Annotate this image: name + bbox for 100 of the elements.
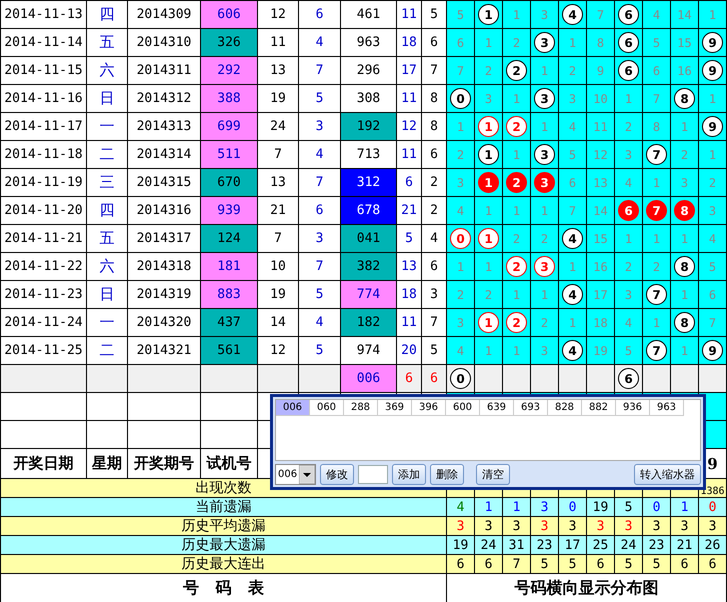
table-cell: 0 — [698, 498, 726, 516]
table-cell: 四 — [86, 0, 128, 28]
number-item[interactable]: 600 — [446, 400, 480, 416]
table-cell: 326 — [200, 28, 258, 56]
table-cell: 12 — [396, 112, 422, 140]
table-cell: 2 — [558, 56, 586, 84]
section-title: 号 码 表 — [0, 574, 446, 602]
number-item[interactable]: 639 — [480, 400, 514, 416]
table-cell: 1 — [698, 0, 726, 28]
number-ball: 1 — [478, 228, 499, 249]
table-cell: 1 — [502, 0, 530, 28]
table-cell: 437 — [200, 308, 258, 336]
table-cell: 21 — [258, 196, 298, 224]
table-cell: 2 — [474, 56, 502, 84]
table-cell: 3 — [558, 516, 586, 536]
table-cell: 16 — [586, 252, 614, 280]
table-cell: 1 — [502, 196, 530, 224]
table-cell: 一 — [86, 112, 128, 140]
table-cell: 699 — [200, 112, 258, 140]
table-cell: 2 — [530, 224, 558, 252]
table-cell: 3 — [446, 516, 474, 536]
number-item[interactable]: 396 — [412, 400, 446, 416]
delete-button[interactable]: 删除 — [430, 464, 464, 485]
table-cell: 2014-11-17 — [0, 112, 86, 140]
edit-button[interactable]: 修改 — [320, 464, 354, 485]
table-cell: 2014-11-19 — [0, 168, 86, 196]
table-cell: 1 — [502, 140, 530, 168]
number-ball: 3 — [534, 144, 555, 165]
table-cell — [530, 364, 558, 392]
table-cell: 4 — [642, 0, 670, 28]
number-ball: 4 — [562, 284, 583, 305]
table-cell: 12 — [258, 0, 298, 28]
table-cell: 774 — [340, 280, 396, 308]
table-cell: 2 — [502, 28, 530, 56]
table-cell: 23 — [642, 536, 670, 554]
table-cell: 24 — [474, 536, 502, 554]
table-cell: 2014309 — [128, 0, 200, 28]
number-ball: 6 — [618, 368, 639, 389]
table-cell: 1 — [558, 252, 586, 280]
table-cell: 1 — [530, 196, 558, 224]
table-cell: 8 — [586, 28, 614, 56]
table-cell: 1 — [670, 224, 698, 252]
table-cell: 3 — [474, 84, 502, 112]
table-cell: 日 — [86, 84, 128, 112]
table-cell: 2 — [474, 280, 502, 308]
table-cell: 3 — [446, 168, 474, 196]
dropdown-arrow-icon[interactable] — [299, 465, 316, 484]
table-cell: 5 — [614, 554, 642, 574]
number-item[interactable]: 963 — [650, 400, 684, 416]
number-input[interactable] — [358, 465, 388, 484]
table-cell: 1 — [642, 168, 670, 196]
table-cell: 2 — [614, 252, 642, 280]
table-cell: 3 — [670, 168, 698, 196]
table-cell: 19 — [586, 498, 614, 516]
table-cell: 17 — [396, 56, 422, 84]
table-cell: 14 — [258, 308, 298, 336]
table-cell: 2014-11-20 — [0, 196, 86, 224]
table-cell: 3 — [558, 84, 586, 112]
table-cell: 17 — [558, 536, 586, 554]
number-item[interactable]: 828 — [548, 400, 582, 416]
table-cell: 0 — [558, 498, 586, 516]
table-cell: 13 — [258, 56, 298, 84]
table-cell: 670 — [200, 168, 258, 196]
add-button[interactable]: 添加 — [392, 464, 426, 485]
table-cell: 7 — [586, 0, 614, 28]
table-cell: 3 — [446, 308, 474, 336]
table-cell: 6 — [396, 364, 422, 392]
number-item[interactable]: 369 — [378, 400, 412, 416]
clear-button[interactable]: 清空 — [476, 464, 510, 485]
table-cell: 124 — [200, 224, 258, 252]
table-cell: 24 — [614, 536, 642, 554]
number-item[interactable]: 882 — [582, 400, 616, 416]
table-cell: 二 — [86, 140, 128, 168]
table-cell: 6 — [298, 0, 340, 28]
table-cell: 192 — [340, 112, 396, 140]
number-ball: 4 — [562, 228, 583, 249]
table-cell: 1 — [642, 308, 670, 336]
table-cell: 13 — [396, 252, 422, 280]
number-ball: 8 — [674, 312, 695, 333]
number-dropdown[interactable]: 006 — [275, 464, 316, 485]
table-cell: 6 — [446, 28, 474, 56]
table-cell: 2014-11-23 — [0, 280, 86, 308]
table-cell: 883 — [200, 280, 258, 308]
row-label: 历史最大遗漏 — [0, 536, 446, 554]
table-cell: 1 — [502, 280, 530, 308]
table-cell: 181 — [200, 252, 258, 280]
table-cell: 7 — [258, 224, 298, 252]
table-cell: 2 — [670, 140, 698, 168]
table-cell: 6 — [698, 280, 726, 308]
number-ball: 9 — [702, 32, 723, 53]
number-item[interactable]: 693 — [514, 400, 548, 416]
number-item[interactable]: 060 — [310, 400, 344, 416]
table-cell: 日 — [86, 280, 128, 308]
table-cell: 13 — [258, 168, 298, 196]
transfer-button[interactable]: 转入缩水器 — [634, 464, 701, 485]
number-ball: 3 — [534, 32, 555, 53]
table-cell: 388 — [200, 84, 258, 112]
number-item[interactable]: 936 — [616, 400, 650, 416]
number-item[interactable]: 006 — [276, 400, 310, 416]
table-cell: 19 — [258, 280, 298, 308]
